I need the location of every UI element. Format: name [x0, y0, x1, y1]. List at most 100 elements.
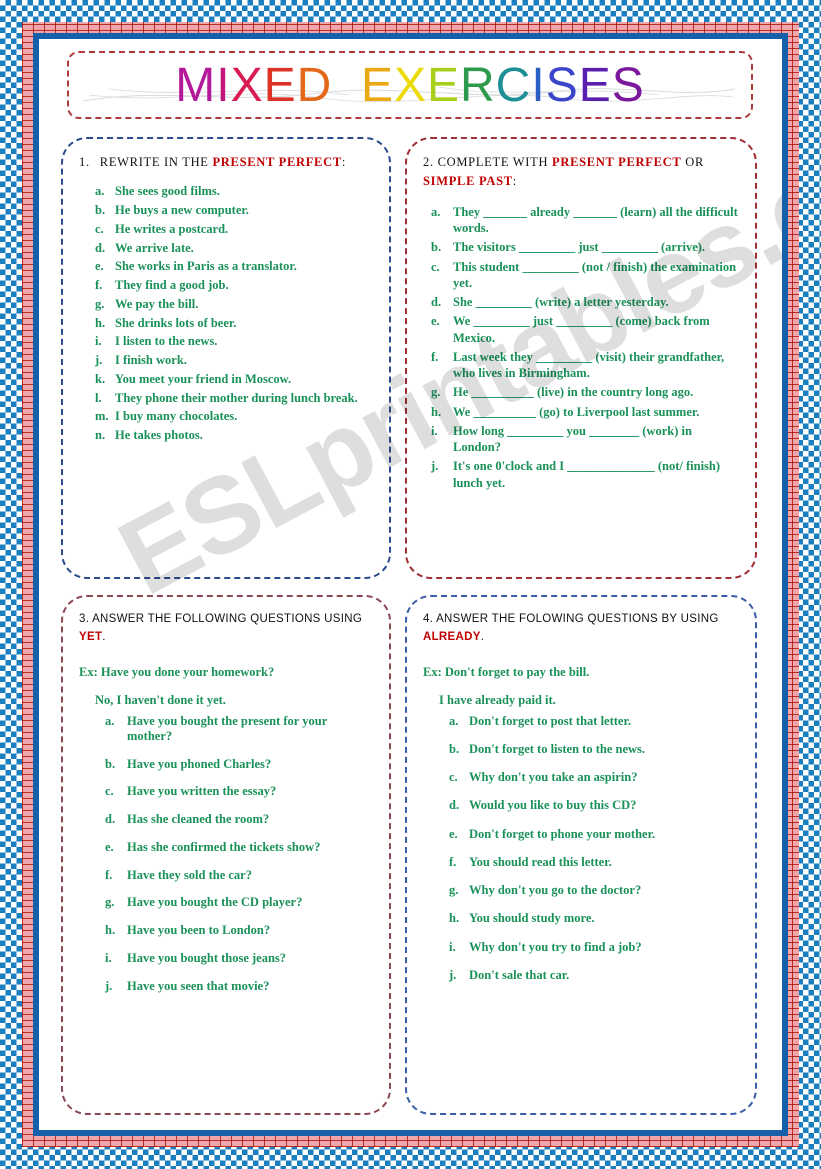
list-item: i. Why don't you try to find a job? — [449, 940, 739, 955]
exercise-2-heading-mid: OR — [681, 155, 705, 169]
item-text: He writes a postcard. — [115, 221, 229, 236]
item-text: She _________ (write) a letter yesterday… — [453, 295, 669, 309]
item-label: b. — [105, 756, 116, 771]
item-label: i. — [449, 939, 456, 954]
item-label: i. — [105, 950, 112, 965]
list-item: c. This student _________ (not / finish) … — [431, 259, 739, 292]
item-label: i. — [95, 334, 102, 349]
list-item: e. She works in Paris as a translator. — [95, 259, 373, 274]
item-label: h. — [449, 911, 460, 926]
exercise-4-heading-pre: ANSWER THE FOLOWING QUESTIONS BY USING — [433, 613, 719, 625]
exercise-4-heading-post: . — [480, 630, 485, 643]
item-text: He takes photos. — [115, 428, 203, 443]
exercise-3-heading-pre: ANSWER THE FOLLOWING QUESTIONS USING — [89, 613, 363, 625]
item-text: We _________ just _________ (come) back … — [453, 314, 710, 345]
item-text: We pay the bill. — [115, 296, 199, 311]
item-text: Don't forget to listen to the news. — [469, 741, 646, 756]
item-text: He __________ (live) in the country long… — [453, 385, 694, 400]
list-item: b. He buys a new computer. — [95, 203, 373, 218]
title-letter-11: I — [531, 58, 546, 112]
item-label: b. — [449, 741, 460, 756]
title-letter-13: E — [578, 58, 612, 112]
exercise-3-item-list: a. Have you bought the present for your m… — [105, 714, 373, 994]
exercise-4-example-answer: I have already paid it. — [439, 692, 556, 707]
exercise-2-number: 2. — [423, 155, 434, 169]
exercise-3-example-answer: No, I haven't done it yet. — [95, 692, 226, 707]
item-label: c. — [431, 259, 440, 274]
exercise-2-heading-pre: COMPLETE WITH — [433, 155, 553, 169]
list-item: j. Don't sale that car. — [449, 968, 739, 983]
list-item: j. I finish work. — [95, 353, 373, 368]
worksheet-page: MIXED EXERCISES 1. REWRITE IN THE PRESENT… — [0, 0, 821, 1169]
list-item: a. They _______ already _______ (learn) a… — [431, 204, 739, 237]
list-item: n. He takes photos. — [95, 428, 373, 443]
item-label: e. — [431, 314, 440, 329]
item-text: This student _________ (not / finish) th… — [453, 259, 737, 290]
exercise-1-heading-pre: REWRITE IN THE — [99, 155, 213, 169]
item-label: a. — [95, 184, 105, 199]
list-item: b. Don't forget to listen to the news. — [449, 742, 739, 757]
title-letter-4: D — [296, 58, 333, 112]
exercise-1-panel: 1. REWRITE IN THE PRESENT PERFECT: a. She … — [61, 137, 391, 579]
item-text: He buys a new computer. — [115, 203, 249, 218]
item-text: They _______ already _______ (learn) all… — [453, 204, 738, 235]
title-letter-12: S — [545, 58, 579, 112]
item-text: We __________ (go) to Liverpool last sum… — [453, 404, 700, 419]
item-label: g. — [95, 296, 105, 311]
item-label: f. — [449, 854, 457, 869]
item-label: j. — [105, 978, 113, 993]
item-text: Have you bought those jeans? — [127, 950, 287, 965]
title-letter-8: E — [426, 58, 460, 112]
list-item: j. It's one 0'clock and I ______________ … — [431, 458, 739, 491]
title-letter-5 — [332, 58, 361, 113]
item-label: g. — [431, 385, 441, 400]
title-letter-14: S — [611, 58, 645, 112]
item-text: Have you bought the CD player? — [127, 895, 303, 910]
list-item: d. Has she cleaned the room? — [105, 812, 373, 827]
item-text: She drinks lots of beer. — [115, 315, 237, 330]
list-item: g. He __________ (live) in the country lo… — [431, 384, 739, 400]
item-text: Would you like to buy this CD? — [469, 798, 637, 813]
item-text: It's one 0'clock and I ______________ (n… — [453, 459, 721, 490]
item-label: c. — [95, 221, 104, 236]
exercise-4-heading: 4. ANSWER THE FOLOWING QUESTIONS BY USIN… — [423, 611, 739, 647]
exercise-2-item-list: a. They _______ already _______ (learn) a… — [431, 204, 739, 491]
item-label: h. — [431, 404, 442, 419]
item-text: I listen to the news. — [115, 334, 218, 349]
item-label: d. — [95, 240, 106, 255]
item-label: f. — [105, 867, 113, 882]
list-item: i. Have you bought those jeans? — [105, 951, 373, 966]
item-label: f. — [431, 349, 439, 364]
exercise-1-item-list: a. She sees good films. b. He buys a new co… — [95, 184, 373, 443]
title-letter-0: M — [175, 58, 217, 112]
item-text: Have you bought the present for your mot… — [127, 713, 328, 743]
item-text: Last week they _________ (visit) their g… — [453, 349, 725, 380]
list-item: l. They phone their mother during lunch b… — [95, 391, 373, 406]
list-item: b. Have you phoned Charles? — [105, 757, 373, 772]
list-item: f. Last week they _________ (visit) their… — [431, 349, 739, 382]
item-text: You should read this letter. — [469, 854, 612, 869]
item-text: How long _________ you ________ (work) i… — [453, 423, 692, 454]
list-item: f. You should read this letter. — [449, 855, 739, 870]
title-letter-2: X — [230, 58, 264, 112]
list-item: d. We arrive late. — [95, 241, 373, 256]
exercise-2-heading-post: : — [512, 174, 517, 189]
list-item: d. Would you like to buy this CD? — [449, 798, 739, 813]
item-text: The visitors _________ just _________ (a… — [453, 240, 706, 255]
item-text: I finish work. — [115, 353, 187, 368]
item-label: c. — [449, 770, 458, 785]
exercise-2-heading-highlight: PRESENT PERFECT — [552, 155, 682, 169]
exercise-4-example-question: Ex: Don't forget to pay the bill. — [423, 664, 590, 679]
list-item: e. Has she confirmed the tickets show? — [105, 840, 373, 855]
item-text: Have you written the essay? — [127, 784, 277, 799]
list-item: b. The visitors _________ just _________ … — [431, 239, 739, 255]
exercise-2-panel: 2. COMPLETE WITH PRESENT PERFECT OR SIMP… — [405, 137, 757, 579]
item-label: j. — [95, 353, 103, 368]
list-item: c. Why don't you take an aspirin? — [449, 770, 739, 785]
item-label: j. — [449, 967, 457, 982]
item-text: Why don't you try to find a job? — [469, 939, 642, 954]
item-label: n. — [95, 428, 106, 443]
item-label: d. — [105, 812, 116, 827]
exercise-2-heading: 2. COMPLETE WITH PRESENT PERFECT OR SIMP… — [423, 153, 739, 192]
item-text: Have you been to London? — [127, 923, 271, 938]
